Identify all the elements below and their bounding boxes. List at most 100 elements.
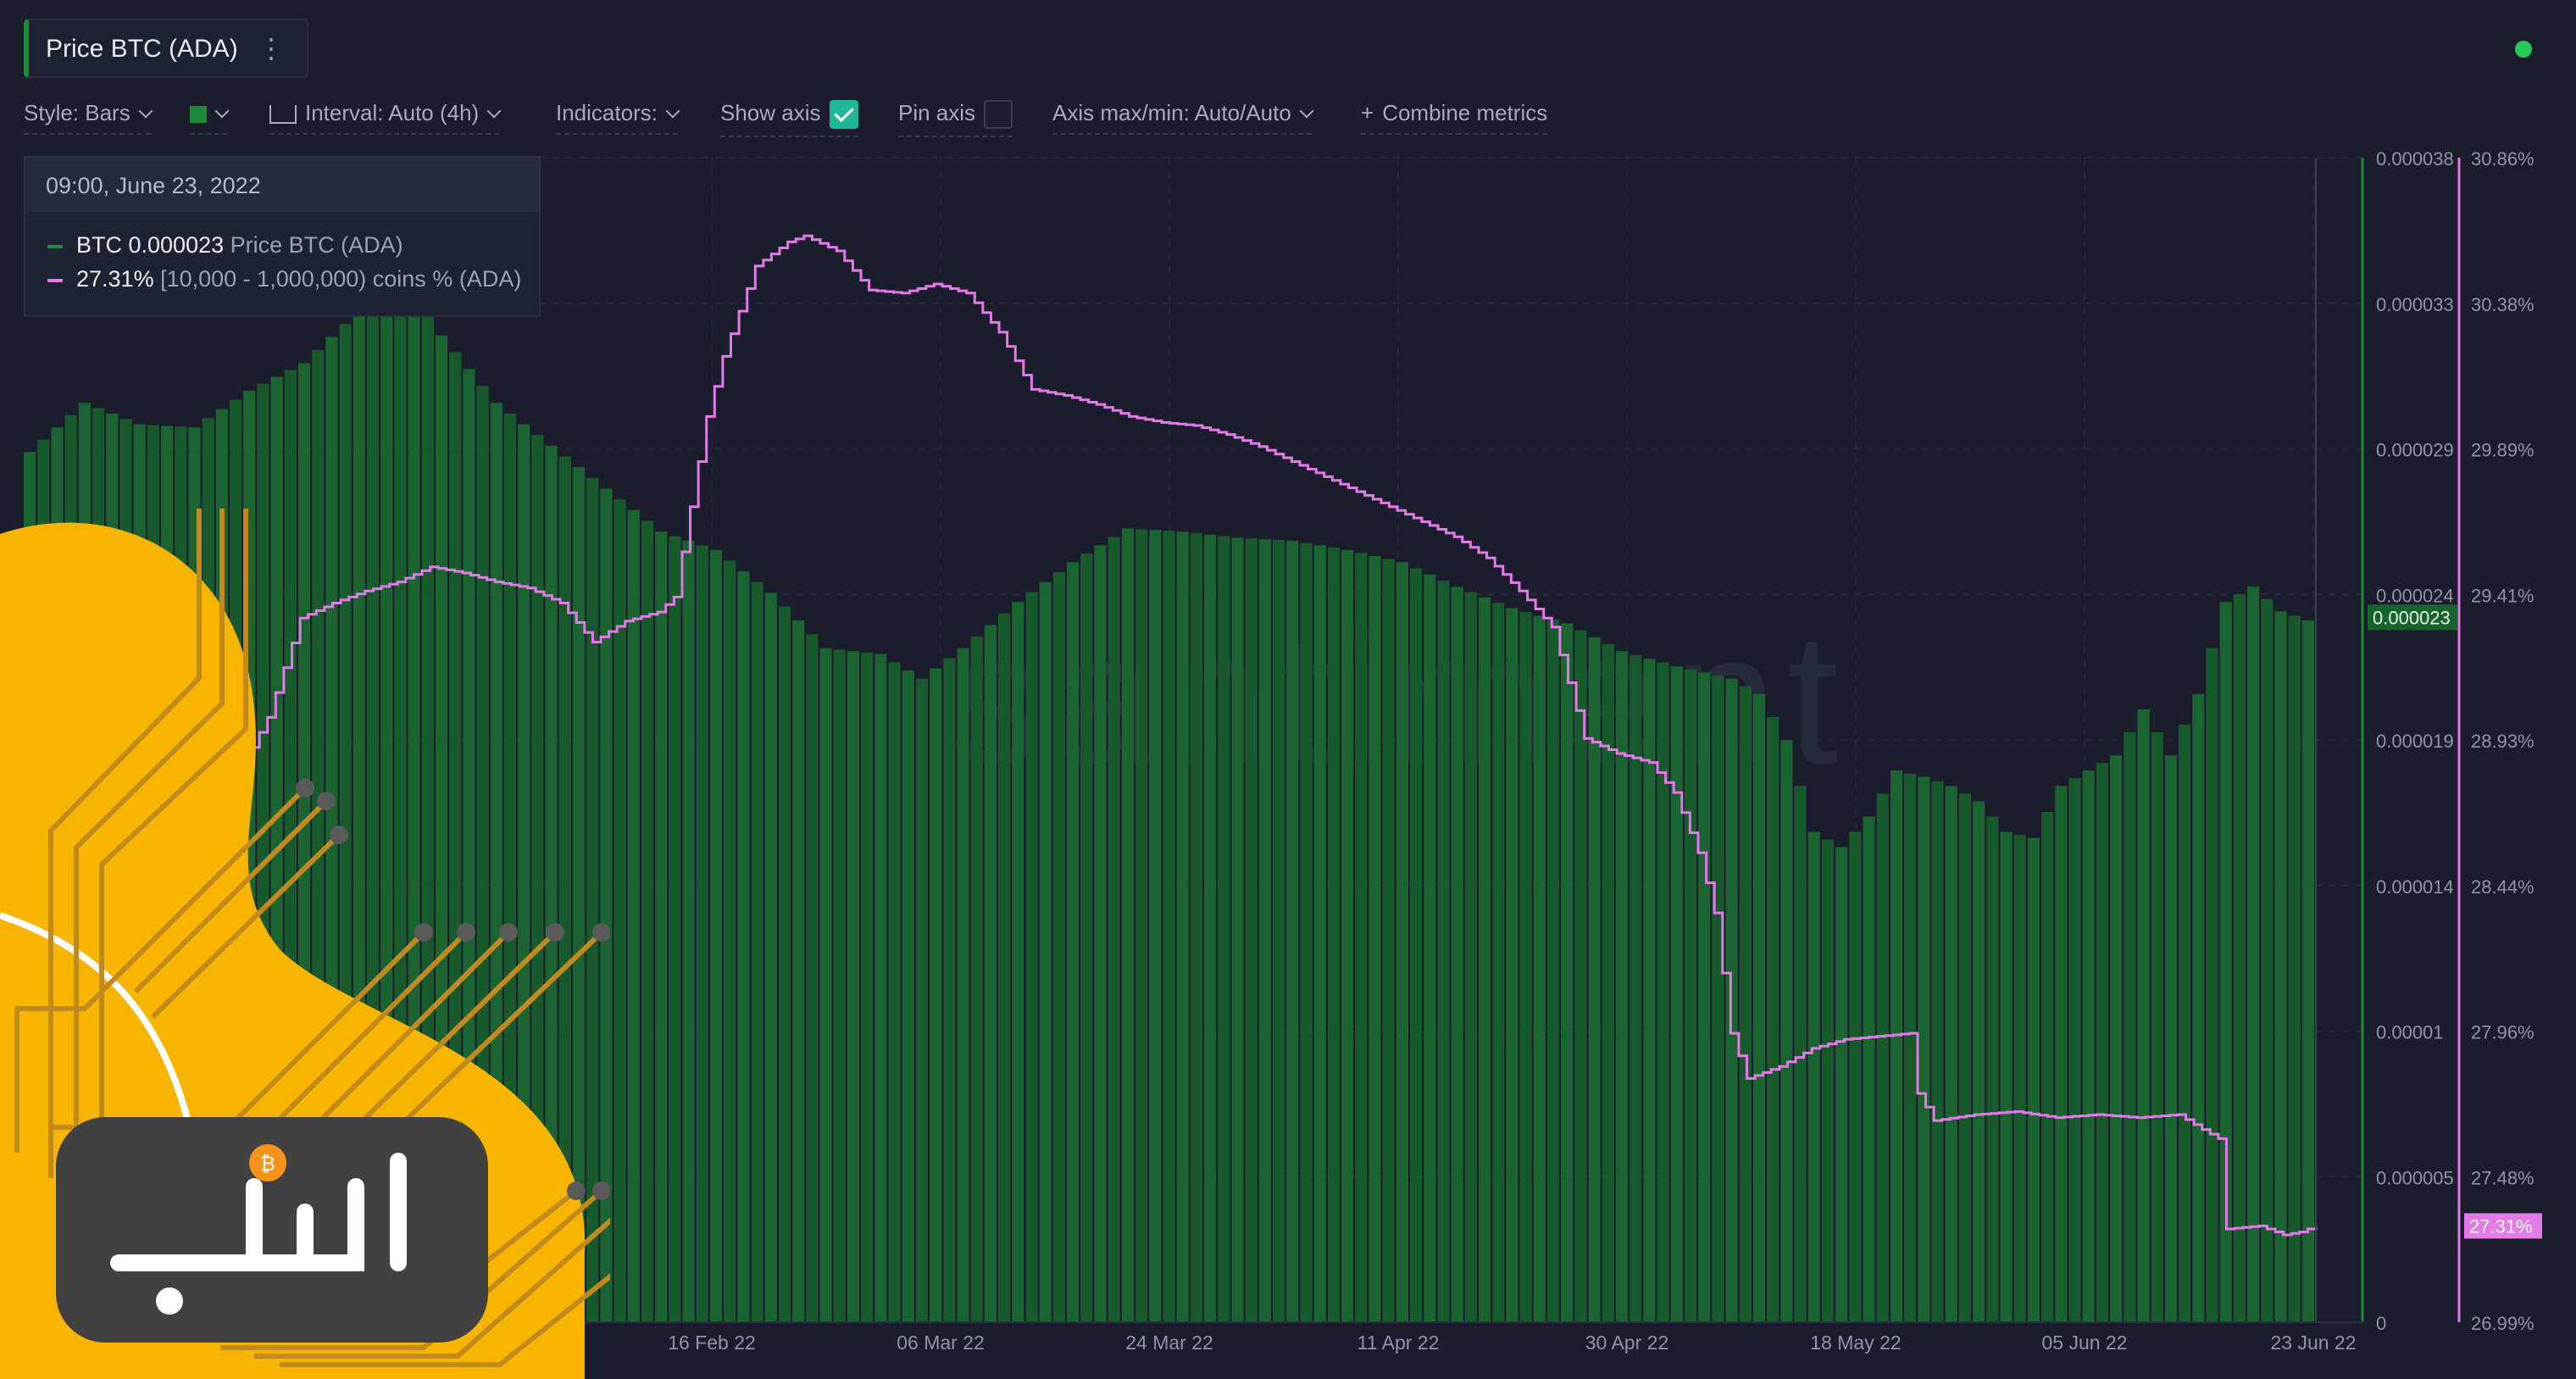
y-left-tick-label: 0.00001: [2376, 1022, 2444, 1043]
price-bar: [1272, 540, 1285, 1322]
price-bar: [709, 549, 723, 1322]
price-bar: [1108, 537, 1120, 1322]
indicators-dropdown[interactable]: Indicators:: [556, 100, 680, 135]
combine-metrics-button[interactable]: + Combine metrics: [1361, 100, 1548, 135]
x-axis: 16 Feb 22 06 Mar 22 24 Mar 22 11 Apr 22 30 A…: [668, 1332, 2356, 1354]
price-bar: [1876, 793, 1889, 1322]
y-right-tick-label: 30.86%: [2471, 148, 2534, 170]
price-bar: [1739, 686, 1752, 1322]
legend-swatch-green: [47, 244, 63, 248]
axis-badges: 0.000023 27.31%: [2368, 604, 2542, 1239]
price-bar: [2192, 693, 2205, 1322]
y-axis-right: 30.86% 30.38% 29.89% 29.41% 28.93% 28.44% 27.9…: [2471, 148, 2534, 1334]
price-bar: [1451, 587, 1463, 1322]
price-bar: [1835, 847, 1848, 1322]
tooltip-price-label: Price BTC (ADA): [230, 232, 403, 258]
show-axis-toggle[interactable]: Show axis: [720, 100, 858, 138]
price-bar: [1973, 801, 1985, 1322]
x-tick-label: 06 Mar 22: [897, 1332, 985, 1354]
chevron-down-icon: [214, 103, 230, 119]
price-bar: [1464, 592, 1477, 1322]
price-bar: [1163, 531, 1175, 1322]
price-bar: [930, 668, 942, 1322]
price-bar: [751, 581, 763, 1322]
price-bar: [1767, 716, 1779, 1322]
price-bar: [1080, 553, 1093, 1322]
chevron-down-icon: [665, 103, 680, 119]
show-axis-label: Show axis: [720, 100, 821, 125]
color-dropdown[interactable]: [190, 100, 230, 135]
price-bar: [915, 678, 929, 1322]
site-logo-overlay: ₿: [0, 509, 610, 1379]
price-bar: [682, 540, 695, 1322]
y-right-tick-label: 29.89%: [2471, 440, 2534, 461]
y-left-tick-label: 0: [2376, 1313, 2386, 1334]
price-bar: [2110, 755, 2123, 1322]
price-bar: [1807, 831, 1820, 1322]
y-right-tick-label: 28.93%: [2471, 731, 2534, 752]
price-bar: [2000, 831, 2012, 1322]
axis-maxmin-label: Axis max/min: Auto/Auto: [1052, 100, 1291, 125]
y-left-tick-label: 0.000033: [2376, 294, 2454, 315]
x-tick-label: 30 Apr 22: [1585, 1332, 1668, 1354]
price-bar: [1588, 637, 1601, 1322]
checkbox-checked-icon[interactable]: [829, 100, 858, 130]
pin-axis-toggle[interactable]: Pin axis: [898, 100, 1013, 138]
chart-tooltip: 09:00, June 23, 2022 BTC 0.000023 Price …: [24, 156, 541, 317]
price-bar: [1958, 793, 1972, 1322]
price-bar: [833, 649, 846, 1322]
price-bar: [1849, 831, 1862, 1322]
price-bar: [2261, 598, 2273, 1322]
price-bar: [1684, 669, 1697, 1322]
more-options-icon[interactable]: ⋮: [258, 32, 285, 64]
current-price-badge: 0.000023: [2373, 607, 2451, 628]
chevron-down-icon: [1299, 103, 1314, 119]
price-bar: [2096, 763, 2109, 1322]
price-bar: [1121, 528, 1135, 1322]
price-bar: [943, 658, 956, 1322]
style-dropdown[interactable]: Style: Bars: [24, 100, 153, 135]
logo-dot: [156, 1287, 183, 1315]
price-bar: [1918, 776, 1930, 1322]
price-bar: [1890, 770, 1903, 1322]
price-bar: [2027, 837, 2040, 1322]
price-bar: [1176, 531, 1189, 1322]
indicators-label: Indicators:: [556, 100, 658, 125]
price-bar: [2068, 778, 2081, 1322]
price-bar: [1931, 781, 1944, 1322]
price-bar: [1863, 816, 1875, 1322]
price-bar: [1218, 536, 1230, 1322]
price-bar: [2124, 731, 2136, 1322]
axis-maxmin-dropdown[interactable]: Axis max/min: Auto/Auto: [1052, 100, 1314, 135]
price-bar: [2206, 648, 2218, 1322]
price-bar: [778, 606, 791, 1322]
x-tick-label: 11 Apr 22: [1357, 1332, 1440, 1354]
price-bar: [1821, 839, 1835, 1322]
tooltip-date: 09:00, June 23, 2022: [46, 173, 261, 198]
price-bar: [2274, 611, 2287, 1322]
price-bar: [957, 648, 969, 1322]
price-bar: [1712, 676, 1724, 1322]
price-bar: [819, 648, 832, 1322]
price-bar: [2151, 731, 2163, 1322]
ruler-icon: [269, 105, 297, 125]
price-bar: [1546, 620, 1560, 1322]
price-bar: [2137, 709, 2150, 1322]
price-bar: [1382, 559, 1395, 1322]
price-bar: [1258, 539, 1271, 1322]
price-bar: [1533, 615, 1546, 1322]
y-right-tick-label: 28.44%: [2471, 876, 2534, 898]
price-bar: [2013, 835, 2026, 1322]
checkbox-empty-icon[interactable]: [984, 100, 1013, 130]
price-bar: [1780, 740, 1793, 1322]
metric-title-card[interactable]: Price BTC (ADA) ⋮: [24, 19, 308, 78]
price-bar: [1039, 581, 1052, 1322]
metric-title: Price BTC (ADA): [46, 35, 238, 63]
price-bar: [737, 571, 750, 1322]
x-tick-label: 05 Jun 22: [2041, 1332, 2127, 1354]
price-bar: [655, 531, 668, 1322]
chevron-down-icon: [486, 103, 502, 119]
price-bar: [888, 662, 901, 1322]
interval-dropdown[interactable]: Interval: Auto (4h): [269, 100, 502, 135]
price-bar: [984, 625, 997, 1322]
